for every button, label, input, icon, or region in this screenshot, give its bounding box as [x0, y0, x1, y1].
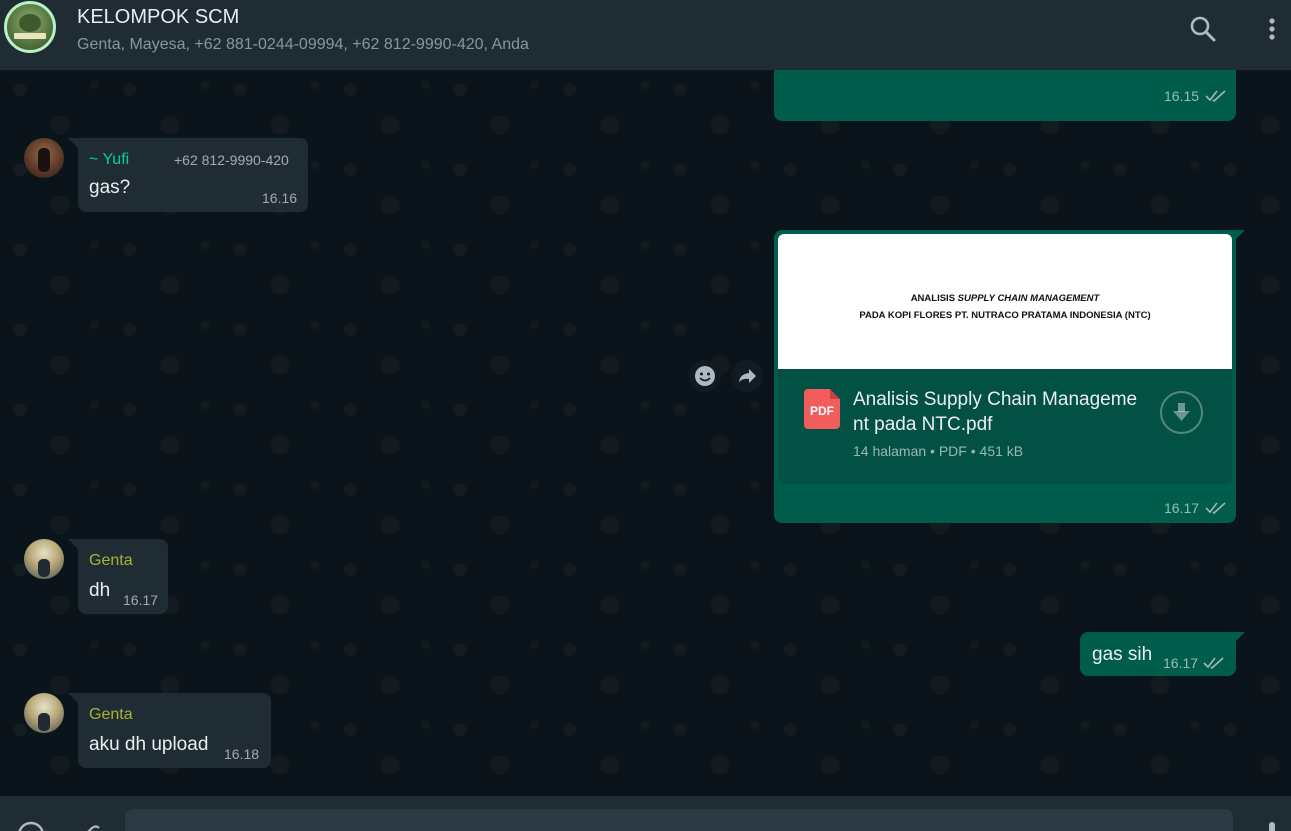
message-text: dh [89, 580, 111, 601]
message-text: aku dh upload [89, 734, 209, 755]
avatar-figure-shape [38, 559, 50, 577]
avatar-figure-shape [38, 713, 50, 731]
emoji-icon [695, 366, 715, 386]
forward-icon [739, 369, 756, 383]
avatar-figure-shape [38, 148, 50, 172]
incoming-message[interactable]: Genta dh 16.17 [78, 539, 168, 614]
double-check-icon [1203, 657, 1224, 670]
avatar-tree-shape [19, 14, 41, 32]
avatar-band-shape [14, 33, 46, 39]
double-check-icon [1205, 502, 1226, 515]
chat-area[interactable]: 16.15 ~ Yufi +62 812-9990-420 gas? 16.16 [0, 70, 1291, 796]
group-title[interactable]: KELOMPOK SCM [77, 6, 239, 29]
message-time: 16.16 [262, 190, 298, 206]
emoji-button-icon[interactable] [16, 820, 46, 831]
document-card[interactable]: PDF Analisis Supply Chain Manageme nt pa… [778, 369, 1232, 484]
outgoing-message[interactable]: 16.15 [774, 70, 1236, 121]
attach-icon[interactable] [78, 822, 104, 831]
double-check-icon [1205, 90, 1226, 103]
avatar[interactable] [24, 539, 64, 579]
chat-header[interactable]: KELOMPOK SCM Genta, Mayesa, +62 881-0244… [0, 0, 1291, 70]
message-time: 16.17 [1164, 500, 1200, 516]
forward-button[interactable] [731, 360, 763, 392]
avatar[interactable] [24, 693, 64, 733]
group-avatar[interactable] [4, 1, 56, 53]
message-time: 16.18 [224, 746, 260, 762]
message-time: 16.15 [1164, 88, 1200, 104]
message-time: 16.17 [123, 592, 159, 608]
message-composer[interactable] [0, 796, 1291, 831]
react-button[interactable] [689, 360, 721, 392]
outgoing-message[interactable]: gas sih 16.17 [1080, 632, 1236, 676]
message-input[interactable] [125, 809, 1233, 831]
sender-name[interactable]: ~ Yufi [89, 151, 129, 169]
bubble-tail [68, 693, 78, 703]
message-text: gas? [89, 177, 131, 198]
group-members[interactable]: Genta, Mayesa, +62 881-0244-09994, +62 8… [77, 36, 529, 54]
menu-icon[interactable] [1262, 16, 1282, 44]
bubble-tail [1235, 632, 1245, 642]
incoming-message[interactable]: Genta aku dh upload 16.18 [78, 693, 271, 768]
sender-phone: +62 812-9990-420 [174, 152, 289, 168]
sender-name[interactable]: Genta [89, 552, 133, 570]
file-meta: 14 halaman • PDF • 451 kB [853, 443, 1024, 459]
document-preview[interactable]: ANALISIS SUPPLY CHAIN MANAGEMENT PADA KO… [778, 234, 1232, 369]
message-text: gas sih [1092, 644, 1153, 665]
bubble-tail [1235, 230, 1245, 240]
file-name[interactable]: Analisis Supply Chain Manageme nt pada N… [853, 387, 1148, 437]
avatar[interactable] [24, 138, 64, 178]
document-preview-line-1: ANALISIS SUPPLY CHAIN MANAGEMENT [910, 293, 1100, 304]
pdf-file-icon: PDF [804, 389, 840, 429]
search-icon[interactable] [1188, 14, 1218, 44]
bubble-tail [68, 138, 78, 148]
incoming-message[interactable]: ~ Yufi +62 812-9990-420 gas? 16.16 [78, 138, 308, 212]
download-arrow-icon [1173, 403, 1190, 421]
download-button[interactable] [1160, 391, 1203, 434]
mic-icon[interactable] [1262, 820, 1282, 831]
outgoing-document-message[interactable]: ANALISIS SUPPLY CHAIN MANAGEMENT PADA KO… [774, 230, 1236, 523]
message-time: 16.17 [1163, 655, 1199, 671]
bubble-tail [68, 539, 78, 549]
sender-name[interactable]: Genta [89, 706, 133, 724]
document-preview-line-2: PADA KOPI FLORES PT. NUTRACO PRATAMA IND… [859, 310, 1151, 321]
